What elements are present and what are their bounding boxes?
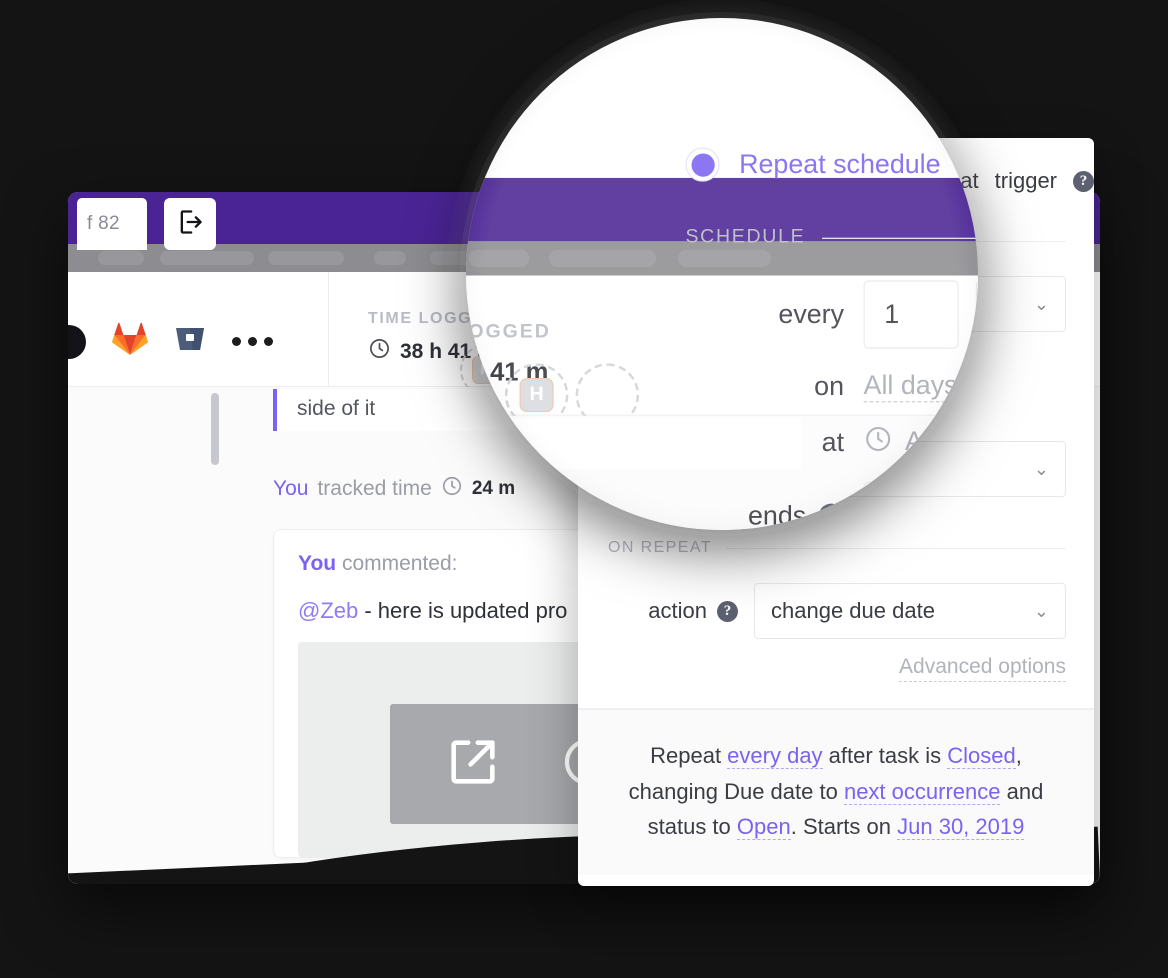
summary-link-start-date[interactable]: Jun 30, 2019 [897,814,1025,841]
add-time-link[interactable]: Add Time [905,426,978,459]
on-repeat-section-legend: ON REPEAT [578,531,1094,565]
action-field-row: action ? change due date ⌄ [578,583,1094,640]
ends-label: ends ? [649,500,864,530]
repeat-summary: Repeat every day after task is Closed, c… [578,709,1094,875]
export-button[interactable] [164,198,216,250]
legend-rule [725,547,1066,549]
avatar-initial: H [519,378,554,413]
time-logged-label: TIME LOGGED [466,321,551,343]
action-value: change due date [771,598,935,624]
summary-p5: . Starts on [790,814,898,840]
ends-label-text: ends [748,500,807,530]
clock-icon [368,337,391,366]
ends-field-row: ends ? never ⌄ [649,481,978,530]
radio-repeat-schedule[interactable] [685,147,720,182]
tracked-amount: 24 m [519,527,572,530]
on-label: on [814,370,845,402]
recurring-task-dialog: Repeat schedule ? Repeat trigger ? SCHED… [649,112,978,530]
summary-link-due-date[interactable]: next occurrence [843,778,1001,805]
magnifier-content: f 82 [466,18,978,530]
chevron-down-icon: ⌄ [1033,600,1049,621]
external-link-icon[interactable] [444,733,502,796]
comment-verb: commented: [341,552,458,575]
chevron-down-icon: ⌄ [1033,458,1049,479]
integration-icons [68,322,273,361]
help-icon[interactable]: ? [717,600,738,622]
at-time-control[interactable]: Add Time [864,424,978,459]
every-label: every [778,298,845,330]
magnifier-lens: f 82 [466,18,978,530]
summary-p1: Repeat [650,743,728,769]
every-field-row: every 1 day ⌄ [649,280,978,349]
every-count-value: 1 [884,298,900,330]
repeat-trigger-suffix: trigger [994,168,1057,193]
ends-select[interactable]: never ⌄ [863,481,978,530]
more-horizontal-icon[interactable] [232,337,273,346]
comment-body-text: - here is updated pro [358,598,568,623]
clock-icon [441,475,463,503]
advanced-options-link[interactable]: Advanced options [899,655,1066,683]
help-icon[interactable]: ? [818,503,845,529]
summary-p2: after task is [822,743,948,769]
chevron-down-icon: ⌄ [1033,293,1049,314]
schedule-legend-label: SCHEDULE [685,226,806,248]
help-icon[interactable]: ? [1073,170,1094,192]
screenshot-stage: f 82 TIME LOGGED 38 h 41 m side of it Yo… [0,0,1168,978]
tracked-verb: tracked time [466,526,470,530]
tracked-verb: tracked time [317,477,432,500]
repeat-schedule-option[interactable]: Repeat schedule ? [685,147,978,182]
bitbucket-icon[interactable] [174,323,206,360]
action-select[interactable]: change due date ⌄ [754,583,1066,640]
sprint-tab-label: f 82 [87,213,120,234]
summary-link-status-trigger[interactable]: Closed [947,743,1016,770]
export-icon [176,208,204,241]
on-field-row: on All days [649,371,978,403]
clock-icon [481,523,508,530]
sprint-tab[interactable]: f 82 [77,198,147,250]
advanced-options-row: Advanced options [578,639,1094,683]
feed-scrollbar[interactable] [209,387,221,884]
legend-rule [822,237,978,239]
summary-link-new-status[interactable]: Open [736,814,791,841]
action-label: action ? [578,598,754,624]
comment-mention[interactable]: @Zeb [298,598,358,623]
repeat-schedule-label: Repeat schedule [739,148,941,180]
repeat-mode-row: Repeat schedule ? Repeat trigger ? [649,112,978,217]
every-count-input[interactable]: 1 [863,280,959,349]
comment-actor: You [298,552,337,575]
tracked-actor: You [273,477,309,500]
schedule-section-legend: SCHEDULE [649,217,978,258]
avatar [68,324,86,359]
clock-icon [864,424,893,459]
help-icon[interactable]: ? [960,151,978,178]
feed-scroll-thumb[interactable] [211,393,219,465]
every-unit-select[interactable]: day ⌄ [975,280,978,349]
summary-link-frequency[interactable]: every day [727,743,823,770]
meta-divider [328,272,329,386]
gitlab-icon[interactable] [112,322,148,361]
on-repeat-legend-label: ON REPEAT [608,539,712,557]
at-label: at [821,426,845,457]
on-days-value[interactable]: All days [863,371,958,403]
at-field-row: at Add Time [649,424,978,459]
ends-value: never [884,500,952,530]
action-label-text: action [648,598,707,624]
